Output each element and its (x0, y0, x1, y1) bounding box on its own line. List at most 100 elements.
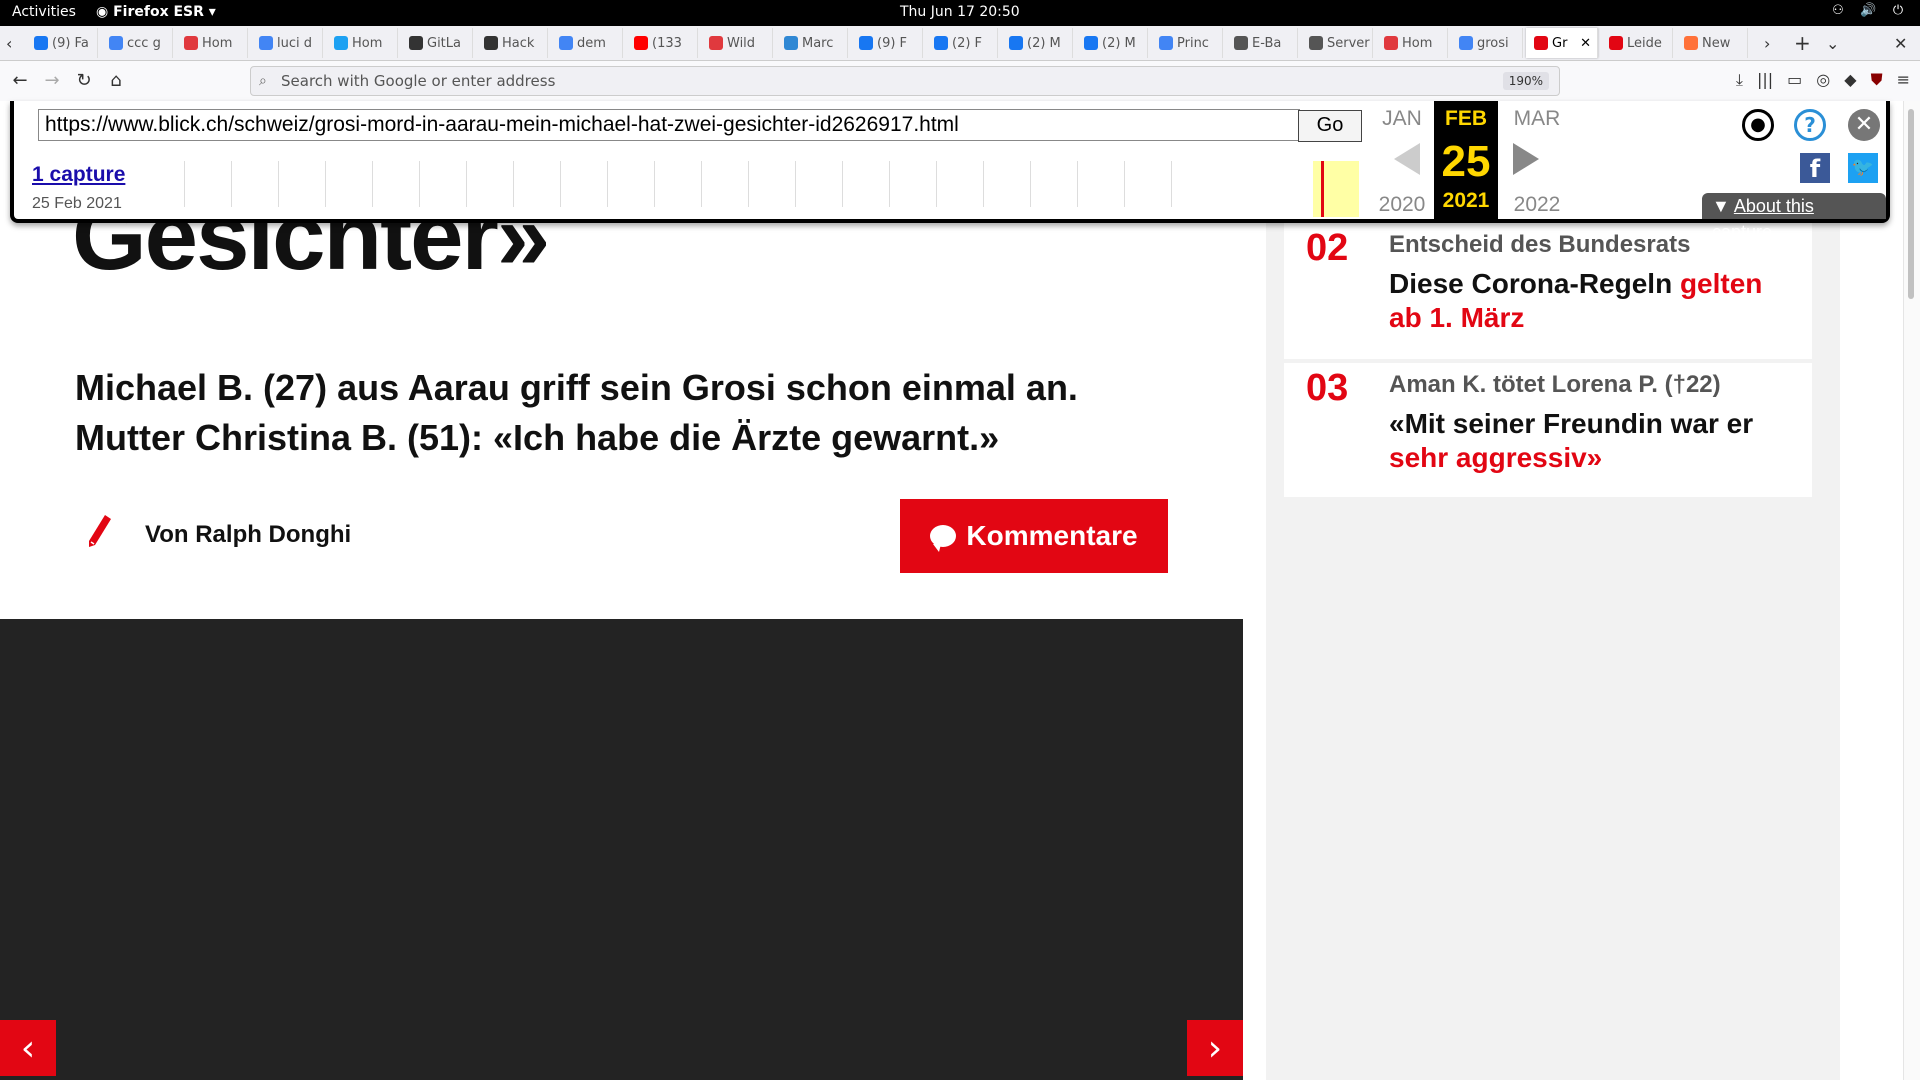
comments-button[interactable]: Kommentare (900, 499, 1168, 573)
sidebar-icon[interactable]: ▭ (1787, 70, 1802, 90)
menu-icon[interactable]: ≡ (1897, 70, 1910, 90)
back-icon[interactable]: ← (8, 69, 32, 93)
tab-label: (133 (652, 35, 682, 51)
browser-tab[interactable]: Wild (701, 28, 773, 58)
browser-tab[interactable]: Princ (1151, 28, 1223, 58)
page-scrollbar[interactable] (1903, 101, 1920, 1080)
slider-prev-button[interactable]: ‹ (0, 1020, 56, 1076)
firefox-icon: ◉ (96, 4, 114, 20)
new-tab-icon[interactable]: + (1794, 31, 1811, 55)
triangle-down-icon: ▼ (1712, 196, 1730, 216)
clock[interactable]: Thu Jun 17 20:50 (900, 4, 1020, 20)
next-month[interactable]: MAR (1502, 107, 1572, 131)
reload-icon[interactable]: ↻ (72, 69, 96, 93)
sparkline-year-divider (795, 161, 796, 207)
blick-icon (1534, 36, 1548, 50)
twitter-icon[interactable]: 🐦 (1848, 153, 1878, 183)
facebook-icon (859, 36, 873, 50)
browser-tab[interactable]: Marc (776, 28, 848, 58)
scrollbar-thumb[interactable] (1908, 109, 1914, 299)
browser-tab[interactable]: luci d (251, 28, 323, 58)
ublock-icon[interactable]: ⛊ (1871, 70, 1883, 90)
tab-scroll-right-icon[interactable]: › (1764, 34, 1770, 53)
browser-tab[interactable]: (2) F (926, 28, 998, 58)
current-day: 25 (1441, 137, 1491, 186)
browser-tab[interactable]: (9) Fa (26, 28, 98, 58)
browser-tab[interactable]: Hom (176, 28, 248, 58)
close-icon[interactable]: ✕ (1848, 109, 1880, 141)
wayback-go-button[interactable]: Go (1298, 110, 1362, 142)
browser-tab[interactable]: Hom (326, 28, 398, 58)
volume-icon: 🔊 (1860, 3, 1877, 18)
comments-button-label: Kommentare (966, 520, 1138, 551)
browser-tab[interactable]: (9) F (851, 28, 923, 58)
close-tab-icon[interactable]: ✕ (1580, 36, 1591, 51)
tab-label: Wild (727, 35, 756, 51)
tab-label: Hom (202, 35, 233, 51)
browser-tab[interactable]: New (1676, 28, 1748, 58)
record-icon (1384, 36, 1398, 50)
browser-tab[interactable]: Server N (1301, 28, 1373, 58)
item-kicker: Entscheid des Bundesrats (1389, 231, 1691, 258)
item-title[interactable]: Diese Corona-Regeln gelten ab 1. März (1389, 267, 1799, 335)
address-bar[interactable]: ⌕ Search with Google or enter address 19… (250, 66, 1560, 96)
browser-tab[interactable]: (2) M (1001, 28, 1073, 58)
tab-scroll-left-icon[interactable]: ‹ (6, 34, 12, 53)
browser-tab[interactable]: Gr ✕ (1526, 28, 1598, 58)
author-name: Von Ralph Donghi (145, 521, 352, 548)
captures-link[interactable]: 1 capture (32, 163, 125, 187)
record-icon (709, 36, 723, 50)
capture-sparkline[interactable] (184, 155, 1184, 217)
browser-tab[interactable]: Leide (1601, 28, 1673, 58)
tab-list-icon[interactable]: ⌄ (1826, 34, 1839, 53)
prev-month-label: JAN (1382, 107, 1422, 130)
sparkline-year-divider (889, 161, 890, 207)
browser-tab[interactable]: dem (551, 28, 623, 58)
browser-tab[interactable]: (2) M (1076, 28, 1148, 58)
item-title[interactable]: «Mit seiner Freundin war er sehr aggress… (1389, 407, 1799, 475)
prev-month[interactable]: JAN (1374, 107, 1430, 131)
help-icon[interactable]: ? (1794, 109, 1826, 141)
sparkline-current-year[interactable] (1313, 161, 1359, 217)
browser-tab[interactable]: Hack (476, 28, 548, 58)
facebook-icon (1084, 36, 1098, 50)
prev-capture-arrow-icon[interactable] (1394, 143, 1420, 175)
extension-icon[interactable]: ◆ (1844, 70, 1856, 90)
next-year[interactable]: 2022 (1502, 193, 1572, 217)
browser-tab[interactable]: ccc g (101, 28, 173, 58)
sparkline-year-divider (936, 161, 937, 207)
browser-tab[interactable]: grosi (1451, 28, 1523, 58)
zoom-level[interactable]: 190% (1502, 72, 1549, 90)
facebook-icon (934, 36, 948, 50)
browser-tab[interactable]: Hom (1376, 28, 1448, 58)
forward-icon[interactable]: → (40, 69, 64, 93)
most-read-sidebar: 02 Entscheid des Bundesrats Diese Corona… (1266, 101, 1840, 1080)
close-window-icon[interactable]: ✕ (1894, 34, 1907, 53)
system-tray[interactable]: ⚇ 🔊 ⏻ (1830, 3, 1906, 19)
browser-tab[interactable]: (133 (626, 28, 698, 58)
video-player[interactable] (0, 619, 1243, 1080)
next-month-label: MAR (1513, 107, 1561, 130)
most-read-item[interactable]: 03 Aman K. tötet Lorena P. (†22) «Mit se… (1284, 363, 1812, 497)
next-capture-arrow-icon[interactable] (1513, 143, 1539, 175)
downloads-icon[interactable]: ⤓ (1736, 70, 1743, 90)
prev-year[interactable]: 2020 (1374, 193, 1430, 217)
sparkline-year-divider (1030, 161, 1031, 207)
account-icon[interactable]: ◎ (1816, 70, 1830, 90)
wayback-url-input[interactable]: https://www.blick.ch/schweiz/grosi-mord-… (38, 109, 1300, 141)
current-month: FEB (1445, 107, 1487, 130)
sparkline-year-divider (748, 161, 749, 207)
facebook-icon[interactable]: f (1800, 153, 1830, 183)
slider-next-button[interactable]: › (1187, 1020, 1243, 1076)
library-icon[interactable]: ||| (1757, 70, 1773, 90)
home-icon[interactable]: ⌂ (104, 69, 128, 93)
about-capture-toggle[interactable]: ▼ About this capture (1702, 193, 1886, 242)
item-title-red: sehr aggressiv» (1389, 442, 1603, 473)
google-icon (109, 36, 123, 50)
browser-tab[interactable]: E-Ba (1226, 28, 1298, 58)
app-menu[interactable]: ◉ Firefox ESR ▾ (96, 4, 216, 20)
browser-tab[interactable]: GitLa (401, 28, 473, 58)
sparkline-year-divider (278, 161, 279, 207)
activities-button[interactable]: Activities (12, 4, 76, 20)
account-icon[interactable]: ● (1742, 109, 1774, 141)
